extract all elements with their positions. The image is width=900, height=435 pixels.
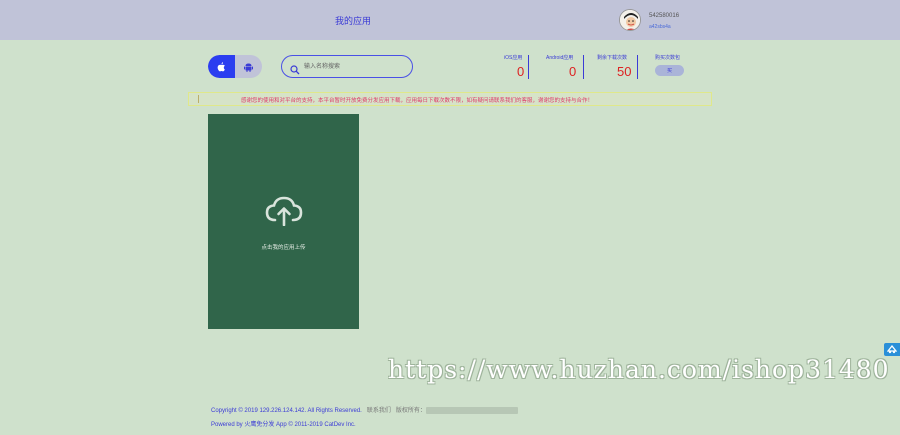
apple-icon: [217, 61, 225, 71]
stat-divider: [528, 55, 529, 79]
user-id: 542580016: [649, 13, 680, 19]
stat-divider: [583, 55, 584, 79]
platform-toggle: [208, 55, 262, 78]
stat-value: 50: [617, 64, 632, 79]
stat-label: iOS应用: [504, 55, 523, 61]
search-icon[interactable]: [290, 62, 300, 80]
stat-remaining-downloads: 剩余下载次数 50: [596, 54, 638, 80]
footer-powered: Powered by 火鹰免分发 App © 2011-2019 CatDev …: [211, 422, 356, 428]
platform-ios-button[interactable]: [208, 55, 235, 78]
buy-button[interactable]: 买: [655, 65, 684, 76]
stat-label: Android应用: [546, 55, 574, 61]
android-icon: [244, 63, 253, 72]
stat-value: 0: [569, 64, 577, 79]
search-box: [281, 55, 413, 78]
stat-divider: [637, 55, 638, 79]
platform-android-button[interactable]: [235, 55, 262, 78]
copyright-text: Copyright © 2019 129.226.124.142. All Ri…: [211, 408, 362, 414]
user-subtitle[interactable]: a42sbs4a: [649, 24, 671, 30]
footer-line-1: Copyright © 2019 129.226.124.142. All Ri…: [211, 405, 518, 414]
stat-value: 0: [517, 64, 525, 79]
cloud-upload-icon: [264, 196, 304, 231]
avatar[interactable]: [619, 9, 641, 31]
search-input[interactable]: [304, 61, 404, 73]
stat-ios-apps: iOS应用 0: [500, 54, 529, 80]
notice-text: 感谢您的使用和对平台的支持，本平台暂时开放免费分发应用下载，应用每日下载次数不限…: [241, 98, 594, 104]
upload-label: 点击我的应用上传: [261, 245, 306, 251]
stat-android-apps: Android应用 0: [543, 54, 584, 80]
avatar-icon: [620, 10, 640, 30]
service-icon: [887, 345, 897, 354]
stat-label: 购买次数包: [655, 55, 681, 61]
rights-label: 版权所有：: [395, 408, 426, 414]
notice-marker: [198, 95, 199, 103]
watermark: https://www.huzhan.com/ishop31480: [388, 355, 890, 384]
notice-banner: 感谢您的使用和对平台的支持，本平台暂时开放免费分发应用下载，应用每日下载次数不限…: [188, 92, 712, 106]
stat-label: 剩余下载次数: [597, 55, 628, 61]
contact-link[interactable]: 联系我们: [367, 408, 391, 414]
floating-service-button[interactable]: [884, 343, 900, 356]
redacted-owner: [425, 406, 518, 414]
upload-app-card[interactable]: 点击我的应用上传: [208, 114, 359, 329]
top-bar: 我的应用 542580016 a42sbs4a: [0, 0, 900, 40]
page-title: 我的应用: [335, 16, 372, 26]
